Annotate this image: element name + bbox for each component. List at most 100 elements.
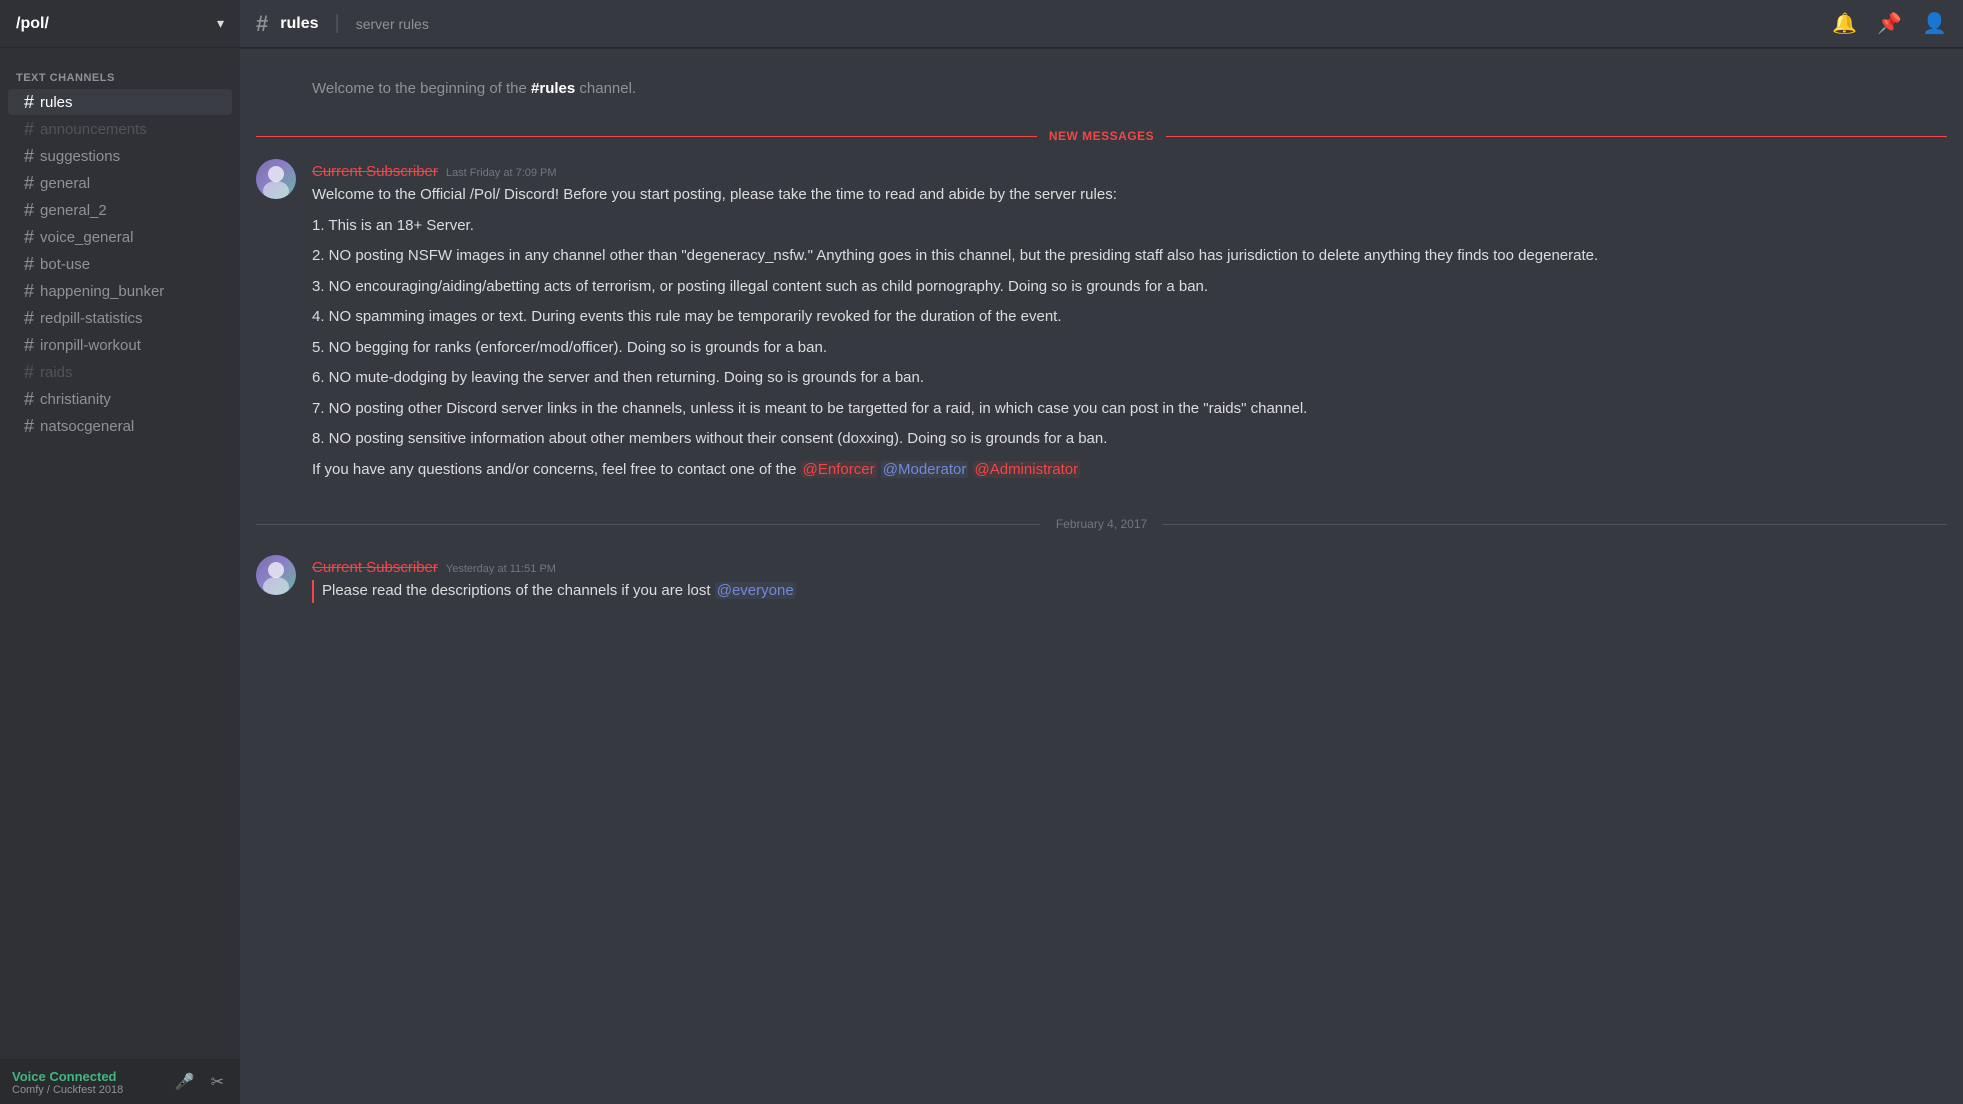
avatar-2 — [256, 555, 296, 595]
channel-header-description: server rules — [356, 16, 429, 32]
everyone-mention[interactable]: @everyone — [715, 582, 796, 599]
hash-icon: # — [24, 93, 34, 111]
message-content: Current Subscriber Last Friday at 7:09 P… — [312, 163, 1891, 481]
administrator-mention[interactable]: @Administrator — [973, 461, 1081, 478]
channel-start-text-end: channel. — [575, 80, 636, 97]
message-paragraph: 6. NO mute-dodging by leaving the server… — [312, 367, 1891, 390]
channel-name-christianity: christianity — [40, 391, 111, 408]
sidebar-item-general-2[interactable]: # general_2 — [8, 197, 232, 223]
channel-header-name: rules — [280, 15, 318, 33]
channel-name-bot-use: bot-use — [40, 256, 90, 273]
date-line-right — [1163, 524, 1947, 525]
message-paragraph-mentions: If you have any questions and/or concern… — [312, 459, 1891, 482]
message-group: Current Subscriber Last Friday at 7:09 P… — [240, 159, 1963, 485]
channel-name-raids: raids — [40, 364, 73, 381]
server-name: /pol/ — [16, 15, 49, 33]
pin-icon[interactable]: 📌 — [1877, 11, 1902, 36]
server-header[interactable]: /pol/ ▾ — [0, 0, 240, 48]
sidebar-item-redpill-statistics[interactable]: # redpill-statistics — [8, 305, 232, 331]
channel-name-general: general — [40, 175, 90, 192]
avatar — [256, 159, 296, 199]
message-paragraph: 1. This is an 18+ Server. — [312, 215, 1891, 238]
message-timestamp-2: Yesterday at 11:51 PM — [446, 563, 556, 575]
message-header-2: Current Subscriber Yesterday at 11:51 PM — [312, 559, 1891, 576]
hash-icon: # — [24, 228, 34, 246]
message-timestamp: Last Friday at 7:09 PM — [446, 167, 557, 179]
sidebar: /pol/ ▾ TEXT CHANNELS # rules # announce… — [0, 0, 240, 1104]
message-paragraph: 5. NO begging for ranks (enforcer/mod/of… — [312, 337, 1891, 360]
channel-name-general-2: general_2 — [40, 202, 107, 219]
new-messages-line-left — [256, 136, 1037, 137]
message-author-2: Current Subscriber — [312, 559, 438, 576]
header-actions: 🔔 📌 👤 — [1832, 11, 1947, 36]
date-label: February 4, 2017 — [1040, 517, 1163, 531]
messages-area[interactable]: Welcome to the beginning of the #rules c… — [240, 48, 1963, 1104]
sidebar-item-raids[interactable]: # raids — [8, 359, 232, 385]
channel-start-text: Welcome to the beginning of the — [312, 80, 531, 97]
chevron-down-icon: ▾ — [217, 15, 224, 32]
message-paragraph: 8. NO posting sensitive information abou… — [312, 428, 1891, 451]
voice-connected-bar: Voice Connected Comfy / Cuckfest 2018 🎤 … — [0, 1059, 240, 1104]
message-content-2: Current Subscriber Yesterday at 11:51 PM… — [312, 559, 1891, 603]
disconnect-button[interactable]: ✂ — [207, 1068, 228, 1096]
voice-actions: 🎤 ✂ — [171, 1068, 228, 1096]
channel-header-hash: # — [256, 11, 268, 37]
sidebar-item-christianity[interactable]: # christianity — [8, 386, 232, 412]
message-text: Welcome to the Official /Pol/ Discord! B… — [312, 184, 1891, 481]
sidebar-item-announcements[interactable]: # announcements — [8, 116, 232, 142]
voice-connected-label: Voice Connected — [12, 1069, 123, 1084]
channel-name-suggestions: suggestions — [40, 148, 120, 165]
hash-icon: # — [24, 363, 34, 381]
hash-icon: # — [24, 201, 34, 219]
hash-icon: # — [24, 147, 34, 165]
main-content: # rules | server rules 🔔 📌 👤 Welcome to … — [240, 0, 1963, 1104]
channel-name-redpill-statistics: redpill-statistics — [40, 310, 143, 327]
hash-icon: # — [24, 417, 34, 435]
new-messages-divider: NEW MESSAGES — [240, 121, 1963, 151]
channel-name-announcements: announcements — [40, 121, 147, 138]
channel-name-ironpill-workout: ironpill-workout — [40, 337, 141, 354]
sidebar-item-bot-use[interactable]: # bot-use — [8, 251, 232, 277]
message-paragraph: 3. NO encouraging/aiding/abetting acts o… — [312, 276, 1891, 299]
text-channels-header: TEXT CHANNELS — [0, 56, 240, 88]
channels-section: TEXT CHANNELS # rules # announcements # … — [0, 48, 240, 1059]
enforcer-mention[interactable]: @Enforcer — [801, 461, 877, 478]
channel-header-divider: | — [335, 12, 340, 35]
mute-button[interactable]: 🎤 — [171, 1068, 199, 1096]
hash-icon: # — [24, 336, 34, 354]
hash-icon: # — [24, 255, 34, 273]
channel-start-mention: #rules — [531, 80, 575, 97]
members-icon[interactable]: 👤 — [1922, 11, 1947, 36]
channel-start-message: Welcome to the beginning of the #rules c… — [240, 64, 1963, 113]
new-messages-line-right — [1166, 136, 1947, 137]
message-text-2: Please read the descriptions of the chan… — [312, 580, 1891, 603]
hash-icon: # — [24, 390, 34, 408]
hash-icon: # — [24, 309, 34, 327]
message-group-2: Current Subscriber Yesterday at 11:51 PM… — [240, 555, 1963, 607]
sidebar-item-general[interactable]: # general — [8, 170, 232, 196]
avatar-image — [256, 159, 296, 199]
hash-icon: # — [24, 174, 34, 192]
channel-name-natsocgeneral: natsocgeneral — [40, 418, 134, 435]
message-paragraph: 4. NO spamming images or text. During ev… — [312, 306, 1891, 329]
message-paragraph: 2. NO posting NSFW images in any channel… — [312, 245, 1891, 268]
channel-name-rules: rules — [40, 94, 73, 111]
sidebar-item-happening-bunker[interactable]: # happening_bunker — [8, 278, 232, 304]
date-divider: February 4, 2017 — [240, 501, 1963, 547]
message-author: Current Subscriber — [312, 163, 438, 180]
message-body-2: Please read the descriptions of the chan… — [322, 582, 715, 599]
sidebar-item-voice-general[interactable]: # voice_general — [8, 224, 232, 250]
message-paragraph: Welcome to the Official /Pol/ Discord! B… — [312, 184, 1891, 207]
sidebar-item-suggestions[interactable]: # suggestions — [8, 143, 232, 169]
sidebar-item-ironpill-workout[interactable]: # ironpill-workout — [8, 332, 232, 358]
hash-icon: # — [24, 282, 34, 300]
avatar-image-2 — [256, 555, 296, 595]
hash-icon: # — [24, 120, 34, 138]
sidebar-item-natsocgeneral[interactable]: # natsocgeneral — [8, 413, 232, 439]
message-header: Current Subscriber Last Friday at 7:09 P… — [312, 163, 1891, 180]
channel-name-happening-bunker: happening_bunker — [40, 283, 164, 300]
moderator-mention[interactable]: @Moderator — [881, 461, 969, 478]
sidebar-item-rules[interactable]: # rules — [8, 89, 232, 115]
notification-bell-icon[interactable]: 🔔 — [1832, 11, 1857, 36]
channel-header: # rules | server rules 🔔 📌 👤 — [240, 0, 1963, 48]
